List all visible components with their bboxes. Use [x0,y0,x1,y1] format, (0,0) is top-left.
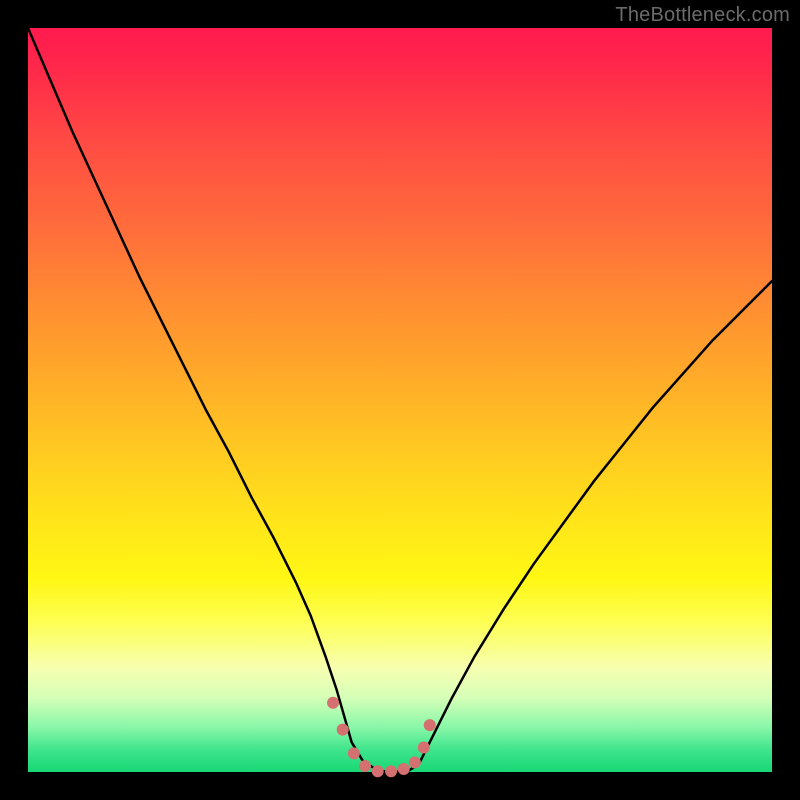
valley-dot [327,697,339,709]
valley-dot [418,741,430,753]
valley-dot [348,747,360,759]
plot-svg [28,28,772,772]
valley-dot [409,756,421,768]
watermark-text: TheBottleneck.com [615,4,790,27]
chart-stage: TheBottleneck.com [0,0,800,800]
bottleneck-curve [28,28,772,772]
valley-dot [359,760,371,772]
valley-dot [424,719,436,731]
valley-dot [372,765,384,777]
valley-dot [398,763,410,775]
valley-dot [337,724,349,736]
valley-dot [385,765,397,777]
plot-area [28,28,772,772]
